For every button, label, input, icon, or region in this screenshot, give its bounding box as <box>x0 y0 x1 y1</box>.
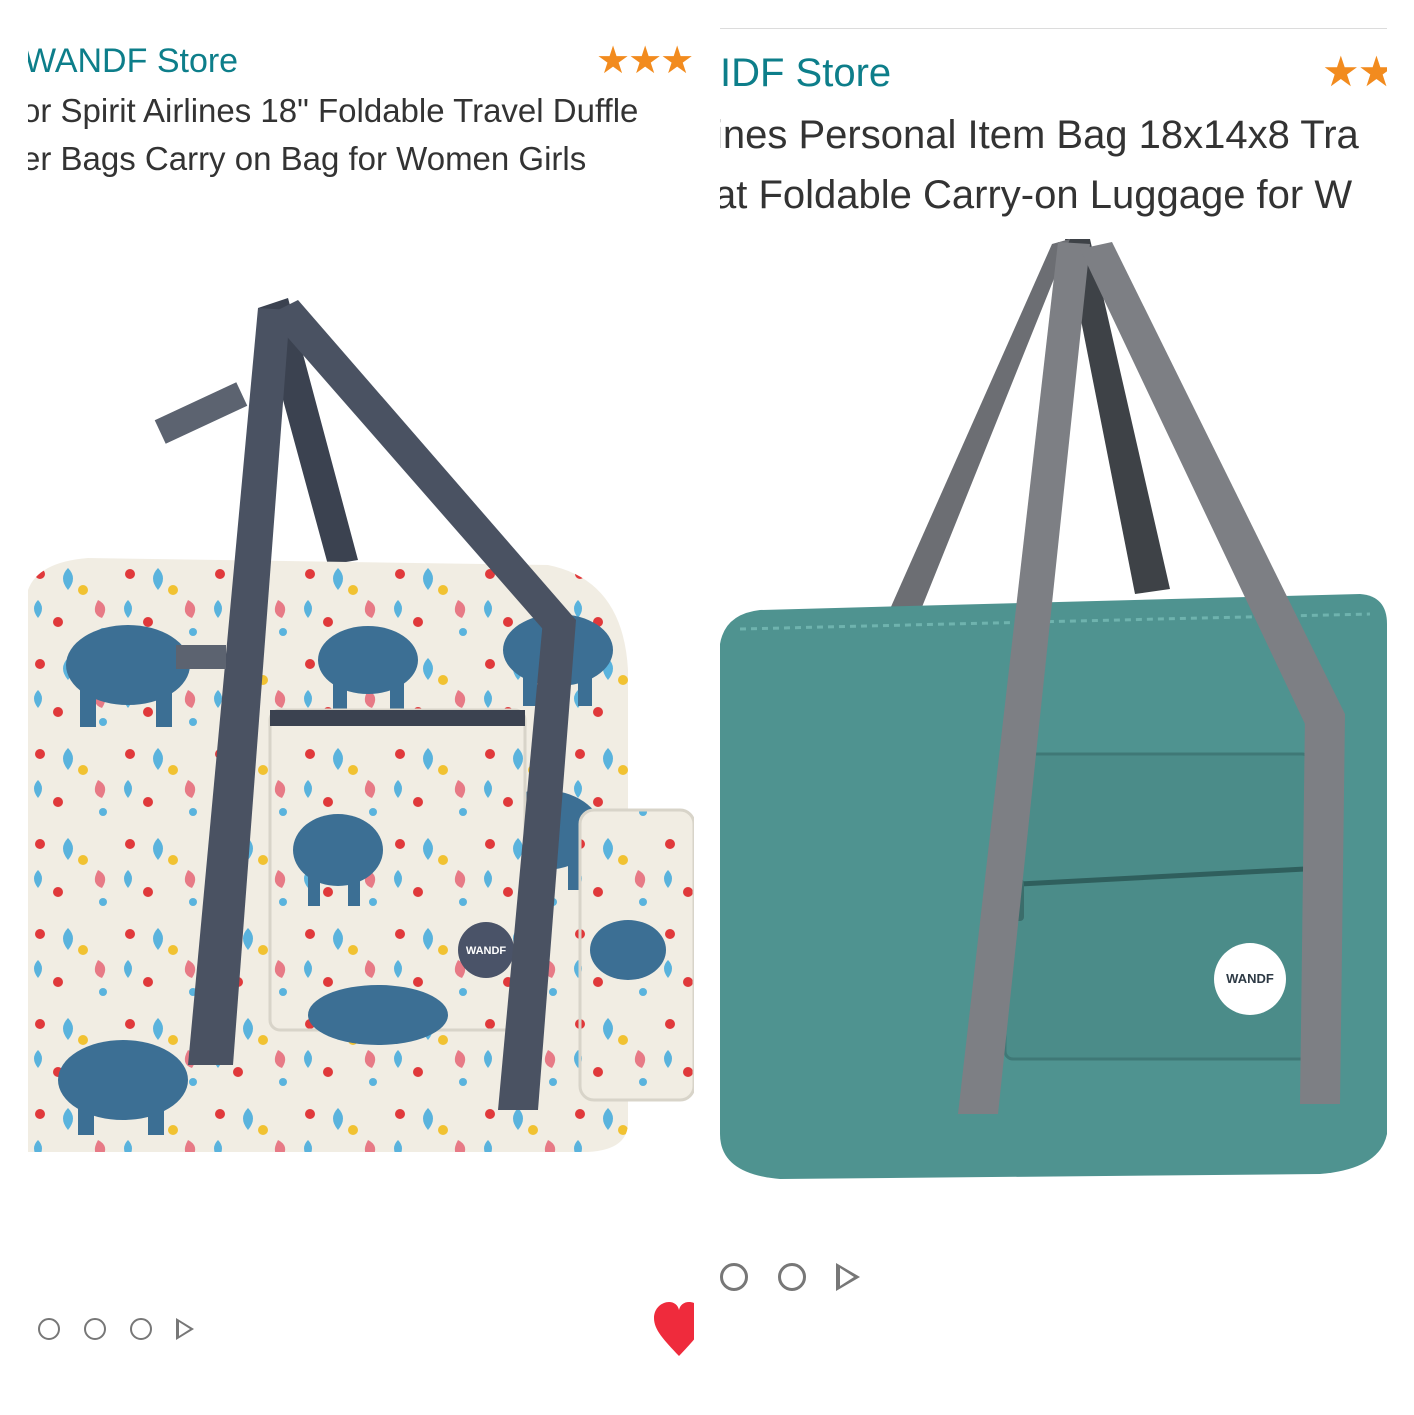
product-image[interactable]: WANDF <box>28 290 694 1170</box>
play-video-icon[interactable] <box>836 1263 860 1291</box>
store-name-link[interactable]: WANDF Store <box>28 42 238 81</box>
carousel-dot[interactable] <box>84 1318 106 1340</box>
image-carousel-indicators[interactable] <box>38 1318 194 1340</box>
store-name-link[interactable]: IDF Store <box>720 51 891 96</box>
star-rating: ★★ <box>1322 48 1387 95</box>
product-card-right[interactable]: IDF Store ★★ ines Personal Item Bag 18x1… <box>720 28 1387 1415</box>
favorite-heart-icon[interactable] <box>654 1302 694 1358</box>
product-title-line-1[interactable]: ines Personal Item Bag 18x14x8 Tra <box>720 113 1359 158</box>
product-title-line-2[interactable]: er Bags Carry on Bag for Women Girls <box>28 140 586 178</box>
carousel-dot[interactable] <box>778 1263 806 1291</box>
carousel-dot[interactable] <box>720 1263 748 1291</box>
carousel-dot[interactable] <box>130 1318 152 1340</box>
product-title-line-2[interactable]: at Foldable Carry-on Luggage for W <box>720 173 1352 218</box>
image-carousel-indicators[interactable] <box>720 1263 860 1291</box>
carousel-dot[interactable] <box>38 1318 60 1340</box>
brand-badge-text: WANDF <box>1226 971 1274 986</box>
product-card-left[interactable]: WANDF Store ★★★ or Spirit Airlines 18" F… <box>28 0 694 1414</box>
star-rating: ★★★ <box>596 40 694 82</box>
product-title-line-1[interactable]: or Spirit Airlines 18" Foldable Travel D… <box>28 92 638 130</box>
brand-badge-text: WANDF <box>466 945 507 957</box>
product-image[interactable]: WANDF <box>720 234 1387 1194</box>
play-video-icon[interactable] <box>176 1318 194 1340</box>
